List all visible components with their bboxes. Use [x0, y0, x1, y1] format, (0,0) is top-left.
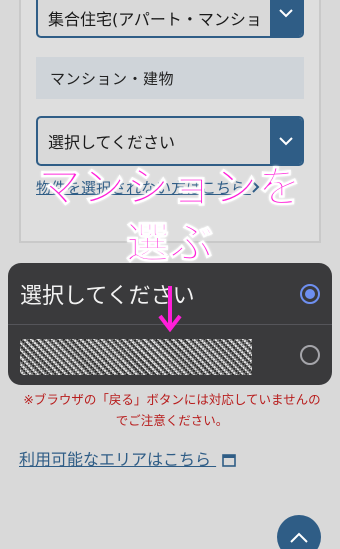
chevron-down-icon	[270, 0, 302, 36]
annotation-overlay: マンションを 選ぶ	[0, 160, 340, 272]
building-section-label: マンション・建物	[36, 57, 304, 99]
redacted-option-label	[20, 339, 252, 375]
housing-type-select[interactable]: 集合住宅(アパート・マンショ	[36, 0, 304, 38]
radio-selected-icon	[300, 283, 320, 304]
building-label: マンション・建物	[50, 69, 175, 88]
radio-unselected-icon	[300, 345, 320, 365]
dropdown-option-building[interactable]	[8, 324, 332, 385]
available-area-link[interactable]: 利用可能なエリアはこちら	[19, 446, 236, 471]
building-select[interactable]: 選択してください	[36, 116, 304, 166]
chevron-down-icon	[270, 118, 302, 164]
chevron-up-icon	[290, 528, 308, 547]
external-window-icon	[222, 452, 236, 471]
housing-type-value: 集合住宅(アパート・マンショ	[48, 9, 262, 29]
back-button-notice: ※ブラウザの「戻る」ボタンには対応していませんのでご注意ください。	[23, 392, 321, 428]
annotation-line-1: マンションを	[38, 163, 302, 214]
building-select-value: 選択してください	[48, 133, 176, 152]
arrow-down-icon	[158, 286, 182, 332]
available-area-link-text: 利用可能なエリアはこちら	[19, 450, 212, 469]
